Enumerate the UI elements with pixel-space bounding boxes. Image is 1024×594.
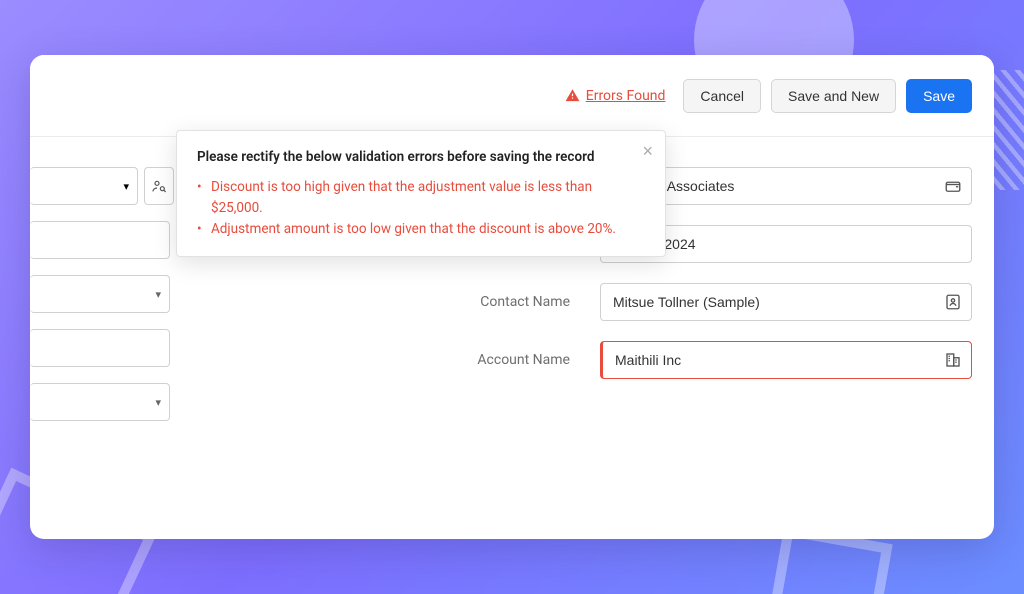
left-cropped-fields: ▾ ▾ ▾	[30, 167, 200, 437]
contact-name-input[interactable]	[600, 283, 972, 321]
account-name-input[interactable]	[600, 341, 972, 379]
toolbar: Errors Found Cancel Save and New Save	[30, 55, 994, 137]
popover-error-list: Discount is too high given that the adju…	[197, 177, 645, 240]
validation-popover: × Please rectify the below validation er…	[176, 130, 666, 257]
left-input-3[interactable]	[30, 329, 170, 367]
left-dropdown-2[interactable]: ▾	[30, 275, 170, 313]
person-lookup-button[interactable]	[144, 167, 174, 205]
chevron-down-icon: ▾	[155, 396, 161, 409]
close-button[interactable]: ×	[642, 141, 653, 162]
errors-found-link[interactable]: Errors Found	[565, 88, 666, 104]
errors-found-text: Errors Found	[586, 88, 666, 104]
popover-title: Please rectify the below validation erro…	[197, 149, 645, 165]
wallet-icon[interactable]	[942, 175, 964, 197]
close-icon: ×	[642, 141, 653, 161]
left-dropdown-1[interactable]: ▾	[30, 167, 138, 205]
popover-error-item: Discount is too high given that the adju…	[197, 177, 645, 219]
left-dropdown-3[interactable]: ▾	[30, 383, 170, 421]
chevron-down-icon: ▾	[155, 288, 161, 301]
save-button[interactable]: Save	[906, 79, 972, 113]
building-icon[interactable]	[942, 349, 964, 371]
cancel-button[interactable]: Cancel	[683, 79, 761, 113]
warning-icon	[565, 88, 580, 103]
record-form-card: Errors Found Cancel Save and New Save De…	[30, 55, 994, 539]
person-search-icon	[151, 178, 167, 194]
chevron-down-icon: ▾	[123, 180, 129, 193]
left-input-2[interactable]	[30, 221, 170, 259]
contact-icon[interactable]	[942, 291, 964, 313]
popover-error-item: Adjustment amount is too low given that …	[197, 219, 645, 240]
save-and-new-button[interactable]: Save and New	[771, 79, 896, 113]
